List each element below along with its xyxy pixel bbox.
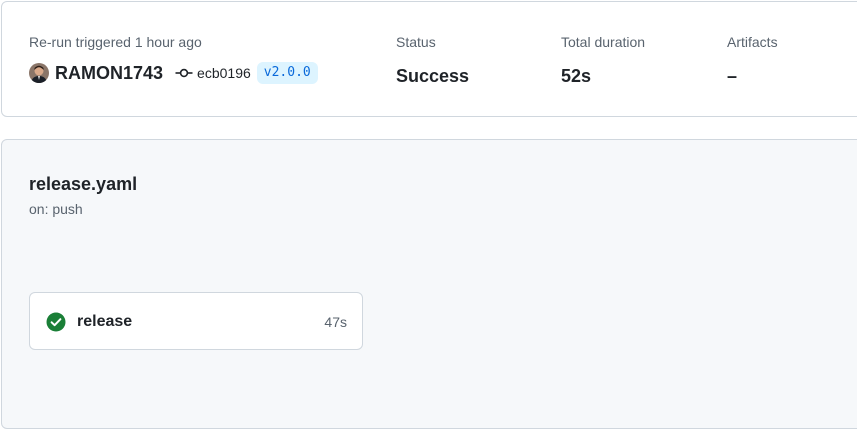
artifacts-value: – (727, 66, 738, 86)
job-name: release (77, 313, 133, 330)
status-label: Status (396, 34, 436, 50)
status-value: Success (396, 66, 470, 86)
actor-link[interactable]: RAMON1743 (55, 63, 163, 84)
workflow-trigger: on: push (29, 201, 83, 217)
trigger-details: RAMON1743 ecb0196 v2.0.0 (29, 62, 318, 84)
job-card-release[interactable]: release 47s (29, 292, 363, 350)
commit-sha-link[interactable]: ecb0196 (197, 65, 251, 81)
git-commit-icon (175, 66, 193, 80)
workflow-graph-panel: release.yaml on: push release 47s (1, 139, 857, 429)
artifacts-column: Artifacts – (727, 32, 778, 88)
status-column: Status Success (396, 32, 469, 88)
artifacts-label: Artifacts (727, 34, 778, 50)
duration-column: Total duration 52s (561, 32, 645, 88)
trigger-label: Re-run triggered 1 hour ago (29, 34, 202, 50)
job-duration: 47s (324, 314, 347, 330)
trigger-column: Re-run triggered 1 hour ago RAMON1743 ec… (29, 32, 318, 84)
duration-label: Total duration (561, 34, 646, 50)
duration-value: 52s (561, 66, 592, 86)
run-summary-card: Re-run triggered 1 hour ago RAMON1743 ec… (1, 1, 857, 117)
workflow-name: release.yaml (29, 174, 138, 194)
check-circle-icon (46, 312, 66, 332)
tag-badge[interactable]: v2.0.0 (256, 62, 318, 84)
avatar[interactable] (29, 63, 49, 83)
